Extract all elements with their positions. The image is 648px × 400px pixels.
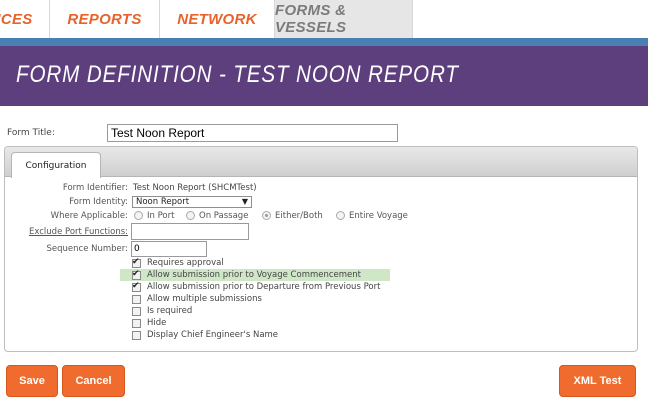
tab-forms-vessels[interactable]: FORMS & VESSELS: [275, 0, 413, 38]
allow-before-commencement-checkbox[interactable]: [132, 269, 141, 280]
form-title-input[interactable]: Test Noon Report: [107, 124, 398, 142]
form-title-label: Form Title:: [7, 128, 55, 138]
allow-before-departure-label: Allow submission prior to Departure from…: [147, 282, 381, 292]
radio-in-port[interactable]: [134, 211, 143, 220]
radio-on-passage-label: On Passage: [199, 211, 249, 221]
radio-on-passage[interactable]: [186, 211, 195, 220]
dropdown-arrow-icon: ▼: [241, 197, 248, 206]
panel-tab-bar: Configuration: [5, 147, 637, 178]
tab-devices[interactable]: ICES: [0, 0, 50, 38]
tab-reports[interactable]: REPORTS: [50, 0, 160, 38]
allow-before-commencement-label: Allow submission prior to Voyage Commenc…: [147, 270, 362, 280]
xml-test-button[interactable]: XML Test: [559, 365, 636, 397]
sequence-number-input[interactable]: 0: [131, 241, 207, 257]
save-button[interactable]: Save: [6, 365, 58, 397]
form-identity-select[interactable]: Noon Report ▼: [132, 196, 252, 208]
sequence-number-label: Sequence Number:: [46, 244, 129, 254]
cancel-button[interactable]: Cancel: [62, 365, 125, 397]
nav-divider: [0, 38, 648, 46]
checkbox-row-allow-before-departure[interactable]: Allow submission prior to Departure from…: [120, 281, 380, 293]
tab-configuration[interactable]: Configuration: [11, 152, 101, 178]
checkbox-row-allow-multiple[interactable]: Allow multiple submissions: [120, 293, 262, 305]
allow-before-departure-checkbox[interactable]: [132, 281, 141, 292]
checkbox-row-chief-engineer[interactable]: Display Chief Engineer's Name: [120, 329, 278, 341]
radio-in-port-label: In Port: [147, 211, 175, 221]
chief-engineer-checkbox[interactable]: [132, 330, 141, 340]
chief-engineer-label: Display Chief Engineer's Name: [147, 330, 279, 340]
checkbox-row-allow-before-commencement[interactable]: Allow submission prior to Voyage Commenc…: [120, 269, 390, 281]
page-title: FORM DEFINITION - TEST NOON REPORT: [16, 61, 459, 88]
radio-either-both-label: Either/Both: [275, 211, 323, 221]
radio-entire-voyage[interactable]: [336, 211, 345, 220]
top-navigation: ICES REPORTS NETWORK FORMS & VESSELS: [0, 0, 648, 38]
where-applicable-label: Where Applicable:: [50, 211, 128, 221]
form-identifier-label: Form Identifier:: [62, 183, 128, 193]
hide-label: Hide: [147, 318, 167, 328]
exclude-port-functions-label[interactable]: Exclude Port Functions:: [4, 227, 128, 237]
exclude-port-functions-input[interactable]: [131, 223, 249, 240]
requires-approval-label: Requires approval: [147, 258, 224, 268]
requires-approval-checkbox[interactable]: [132, 257, 141, 268]
is-required-label: Is required: [147, 306, 193, 316]
is-required-checkbox[interactable]: [132, 306, 141, 316]
form-identity-value: Noon Report: [136, 197, 190, 207]
form-identifier-value: Test Noon Report (SHCMTest): [133, 183, 257, 193]
checkbox-row-hide[interactable]: Hide: [120, 317, 166, 329]
form-identity-label: Form Identity:: [69, 197, 128, 207]
hide-checkbox[interactable]: [132, 318, 141, 328]
tab-network[interactable]: NETWORK: [160, 0, 275, 38]
checkbox-row-is-required[interactable]: Is required: [120, 305, 192, 317]
allow-multiple-checkbox[interactable]: [132, 294, 141, 304]
allow-multiple-label: Allow multiple submissions: [147, 294, 262, 304]
radio-either-both[interactable]: [262, 211, 271, 220]
page-banner: FORM DEFINITION - TEST NOON REPORT: [0, 46, 648, 106]
checkbox-row-requires-approval[interactable]: Requires approval: [120, 257, 224, 269]
radio-entire-voyage-label: Entire Voyage: [349, 211, 408, 221]
